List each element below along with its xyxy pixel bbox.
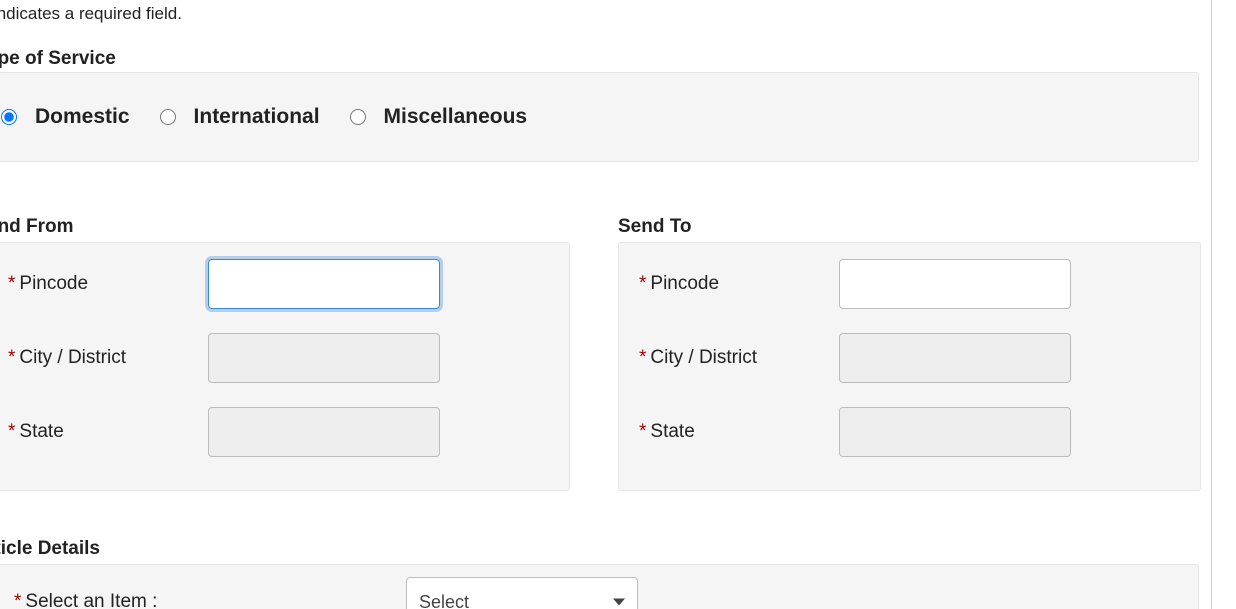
send-to-city-label: *City / District [639,347,839,369]
article-select[interactable]: Select [406,577,638,609]
label-text: State [19,421,63,442]
required-star-icon: * [639,273,646,294]
send-to-city-input[interactable] [839,333,1071,383]
send-to-state-row: *State [639,407,1179,457]
service-type-miscellaneous-radio[interactable] [350,109,366,125]
label-text: Select an Item : [25,591,157,609]
service-type-international-label: International [194,105,320,129]
chevron-down-icon [613,599,625,606]
label-text: Pincode [19,273,88,294]
send-from-state-input[interactable] [208,407,440,457]
required-field-note: Indicates a required field. [0,4,182,24]
send-to-city-row: *City / District [639,333,1179,383]
required-star-icon: * [8,421,15,442]
send-to-state-label: *State [639,421,839,443]
label-text: City / District [650,347,757,368]
service-type-international[interactable]: International [160,105,320,129]
send-from-pincode-label: *Pincode [8,273,208,295]
service-type-miscellaneous-label: Miscellaneous [384,105,528,129]
label-text: Pincode [650,273,719,294]
article-details-heading: rticle Details [0,538,100,560]
send-from-city-input[interactable] [208,333,440,383]
required-star-icon: * [8,273,15,294]
send-to-panel: *Pincode *City / District *State [618,242,1201,491]
send-from-state-row: *State [8,407,548,457]
service-type-miscellaneous[interactable]: Miscellaneous [350,105,528,129]
required-star-icon: * [639,421,646,442]
send-to-state-input[interactable] [839,407,1071,457]
right-border-rule [1211,0,1212,609]
send-from-state-label: *State [8,421,208,443]
article-select-label: *Select an Item : [14,591,157,609]
type-of-service-heading: ype of Service [0,48,116,70]
service-type-panel: Domestic International Miscellaneous [0,72,1199,162]
service-type-international-radio[interactable] [160,109,176,125]
article-details-panel: *Select an Item : Select [0,564,1199,609]
required-star-icon: * [8,347,15,368]
send-from-pincode-row: *Pincode [8,259,548,309]
article-select-value: Select [419,592,469,609]
send-to-heading: Send To [618,216,692,238]
send-from-city-row: *City / District [8,333,548,383]
required-star-icon: * [639,347,646,368]
send-from-heading: end From [0,216,74,238]
send-from-city-label: *City / District [8,347,208,369]
send-from-pincode-input[interactable] [208,259,440,309]
label-text: City / District [19,347,126,368]
service-type-domestic-label: Domestic [35,105,130,129]
service-type-domestic[interactable]: Domestic [1,105,130,129]
service-type-domestic-radio[interactable] [1,109,17,125]
send-to-pincode-row: *Pincode [639,259,1179,309]
send-from-panel: *Pincode *City / District *State [0,242,570,491]
required-star-icon: * [14,591,21,609]
send-to-pincode-input[interactable] [839,259,1071,309]
label-text: State [650,421,694,442]
send-to-pincode-label: *Pincode [639,273,839,295]
